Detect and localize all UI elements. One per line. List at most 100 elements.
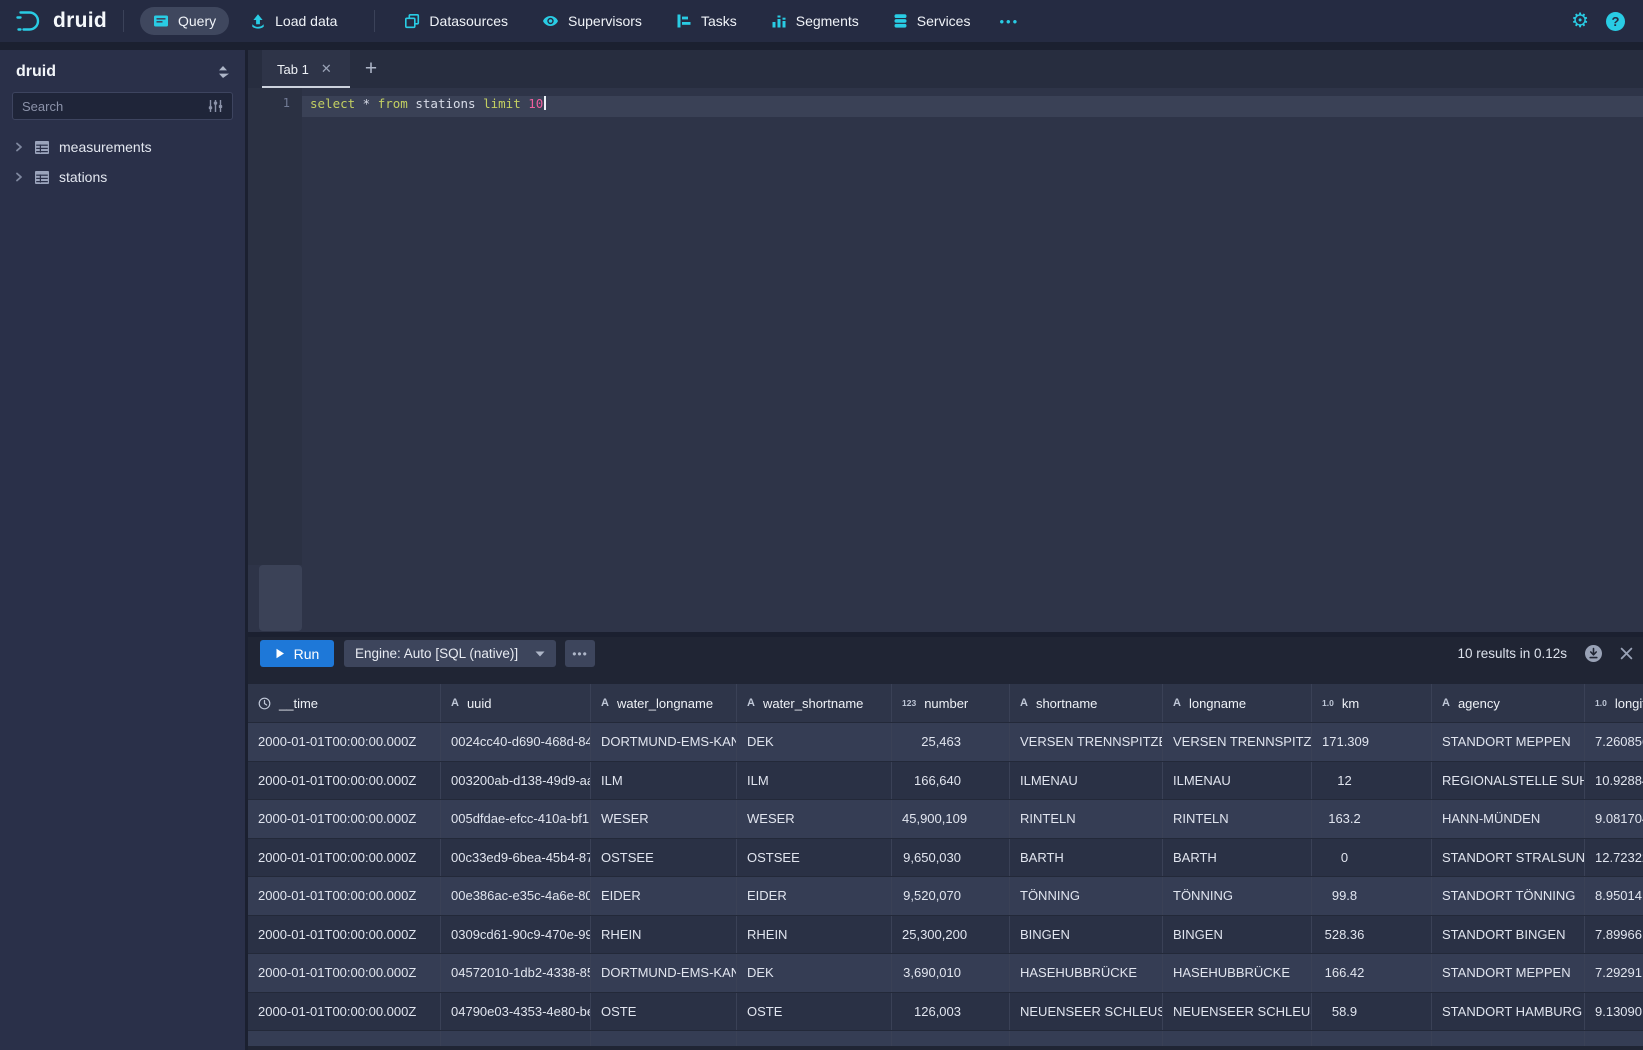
- cell-agency[interactable]: HANN-MÜNDEN: [1432, 800, 1585, 838]
- run-button[interactable]: Run: [260, 640, 334, 667]
- cell-__time[interactable]: 2000-01-01T00:00:00.000Z: [248, 723, 441, 761]
- cell-water_shortname[interactable]: EIDER: [737, 877, 892, 915]
- cell-water_longname[interactable]: OSTE: [591, 993, 737, 1031]
- cell-shortname[interactable]: BARTH: [1010, 839, 1163, 877]
- sort-double-caret-icon[interactable]: [217, 65, 229, 79]
- cell-agency[interactable]: STANDORT TÖNNING: [1432, 877, 1585, 915]
- chevron-right-icon[interactable]: [14, 142, 30, 152]
- nav-item-supervisors[interactable]: Supervisors: [529, 7, 655, 35]
- cell-agency[interactable]: STANDORT BINGEN: [1432, 916, 1585, 954]
- column-header-number[interactable]: 123number: [892, 684, 1010, 722]
- cell-__time[interactable]: 2000-01-01T00:00:00.000Z: [248, 916, 441, 954]
- column-header-shortname[interactable]: Ashortname: [1010, 684, 1163, 722]
- filter-sliders-icon[interactable]: [208, 99, 223, 113]
- column-header-km[interactable]: 1.0km: [1312, 684, 1432, 722]
- column-header-agency[interactable]: Aagency: [1432, 684, 1585, 722]
- cell-agency[interactable]: STANDORT HAMBURG: [1432, 993, 1585, 1031]
- column-header-longname[interactable]: Alongname: [1163, 684, 1312, 722]
- engine-select[interactable]: Engine: Auto [SQL (native)]: [344, 640, 556, 667]
- cell-shortname[interactable]: RINTELN: [1010, 800, 1163, 838]
- help-icon[interactable]: ?: [1606, 12, 1625, 31]
- close-results-icon[interactable]: [1620, 647, 1633, 660]
- cell-longitude[interactable]: 7.29291: [1585, 954, 1643, 992]
- cell-uuid[interactable]: 0024cc40-d690-468d-84: [441, 723, 591, 761]
- nav-item-query[interactable]: Query: [140, 7, 229, 35]
- cell-__time[interactable]: 2000-01-01T00:00:00.000Z: [248, 762, 441, 800]
- cell-longitude[interactable]: 12.723226: [1585, 839, 1643, 877]
- cell-water_shortname[interactable]: RHEIN: [737, 916, 892, 954]
- cell-longname[interactable]: HASEHUBBRÜCKE: [1163, 954, 1312, 992]
- cell-km[interactable]: 99.8: [1312, 877, 1432, 915]
- cell-longitude[interactable]: 7.89966: [1585, 916, 1643, 954]
- cell-agency[interactable]: STANDORT MEPPEN: [1432, 723, 1585, 761]
- cell-shortname[interactable]: TÖNNING: [1010, 877, 1163, 915]
- cell-longname[interactable]: RINTELN: [1163, 800, 1312, 838]
- nav-item-segments[interactable]: Segments: [758, 7, 872, 35]
- cell-km[interactable]: 163.2: [1312, 800, 1432, 838]
- cell-uuid[interactable]: 04790e03-4353-4e80-be: [441, 993, 591, 1031]
- cell-water_shortname[interactable]: ILM: [737, 762, 892, 800]
- cell-number[interactable]: 166,640: [892, 762, 1010, 800]
- cell-km[interactable]: 0: [1312, 839, 1432, 877]
- cell-water_shortname[interactable]: DEK: [737, 723, 892, 761]
- navbar-more-button[interactable]: •••: [991, 8, 1027, 35]
- cell-shortname[interactable]: VERSEN TRENNSPITZE: [1010, 723, 1163, 761]
- cell-water_longname[interactable]: ILM: [591, 762, 737, 800]
- tab-tab1[interactable]: Tab 1 ✕: [262, 50, 350, 88]
- cell-shortname[interactable]: NEUENSEER SCHLEUSEN: [1010, 993, 1163, 1031]
- column-header-water_shortname[interactable]: Awater_shortname: [737, 684, 892, 722]
- cell-number[interactable]: 3,690,010: [892, 954, 1010, 992]
- search-input[interactable]: [22, 99, 202, 114]
- cell-longitude[interactable]: 9.081704: [1585, 800, 1643, 838]
- sidebar-item-measurements[interactable]: measurements: [0, 132, 245, 162]
- cell-agency[interactable]: STANDORT STRALSUND: [1432, 839, 1585, 877]
- cell-longitude[interactable]: 7.260856: [1585, 723, 1643, 761]
- cell-km[interactable]: 166.42: [1312, 954, 1432, 992]
- chevron-right-icon[interactable]: [14, 172, 30, 182]
- nav-item-tasks[interactable]: Tasks: [663, 7, 750, 35]
- settings-gear-icon[interactable]: ⚙: [1571, 11, 1589, 31]
- cell-longname[interactable]: BARTH: [1163, 839, 1312, 877]
- cell-water_longname[interactable]: OSTSEE: [591, 839, 737, 877]
- query-more-button[interactable]: •••: [565, 640, 595, 667]
- download-icon[interactable]: [1584, 644, 1603, 663]
- cell-number[interactable]: 25,300,200: [892, 916, 1010, 954]
- cell-longitude[interactable]: 9.13090: [1585, 993, 1643, 1031]
- cell-water_longname[interactable]: RHEIN: [591, 916, 737, 954]
- sql-editor[interactable]: 1 select * from stations limit 10: [248, 88, 1643, 632]
- cell-shortname[interactable]: ILMENAU: [1010, 762, 1163, 800]
- cell-uuid[interactable]: 00c33ed9-6bea-45b4-87: [441, 839, 591, 877]
- cell-agency[interactable]: STANDORT MEPPEN: [1432, 954, 1585, 992]
- cell-__time[interactable]: 2000-01-01T00:00:00.000Z: [248, 954, 441, 992]
- cell-longname[interactable]: NEUENSEER SCHLEUSEN: [1163, 993, 1312, 1031]
- cell-km[interactable]: 171.309: [1312, 723, 1432, 761]
- cell-km[interactable]: 12: [1312, 762, 1432, 800]
- add-tab-button[interactable]: +: [350, 50, 392, 88]
- schema-name[interactable]: druid: [16, 63, 56, 81]
- cell-uuid[interactable]: 0309cd61-90c9-470e-99: [441, 916, 591, 954]
- druid-brand[interactable]: druid: [14, 8, 107, 34]
- cell-km[interactable]: 528.36: [1312, 916, 1432, 954]
- cell-water_shortname[interactable]: DEK: [737, 954, 892, 992]
- cell-longitude[interactable]: 8.95014: [1585, 877, 1643, 915]
- cell-longname[interactable]: TÖNNING: [1163, 877, 1312, 915]
- cell-number[interactable]: 9,520,070: [892, 877, 1010, 915]
- nav-item-datasources[interactable]: Datasources: [391, 7, 521, 35]
- cell-water_longname[interactable]: DORTMUND-EMS-KANA: [591, 723, 737, 761]
- column-header-longitude[interactable]: 1.0longitude: [1585, 684, 1643, 722]
- cell-uuid[interactable]: 04572010-1db2-4338-85: [441, 954, 591, 992]
- cell-longname[interactable]: ILMENAU: [1163, 762, 1312, 800]
- column-header-__time[interactable]: __time: [248, 684, 441, 722]
- column-header-water_longname[interactable]: Awater_longname: [591, 684, 737, 722]
- cell-__time[interactable]: 2000-01-01T00:00:00.000Z: [248, 993, 441, 1031]
- cell-water_longname[interactable]: WESER: [591, 800, 737, 838]
- cell-shortname[interactable]: HASEHUBBRÜCKE: [1010, 954, 1163, 992]
- cell-km[interactable]: 58.9: [1312, 993, 1432, 1031]
- cell-__time[interactable]: 2000-01-01T00:00:00.000Z: [248, 877, 441, 915]
- cell-water_longname[interactable]: DORTMUND-EMS-KANA: [591, 954, 737, 992]
- cell-__time[interactable]: 2000-01-01T00:00:00.000Z: [248, 800, 441, 838]
- cell-water_longname[interactable]: EIDER: [591, 877, 737, 915]
- cell-longname[interactable]: BINGEN: [1163, 916, 1312, 954]
- cell-longitude[interactable]: 10.928843: [1585, 762, 1643, 800]
- cell-shortname[interactable]: BINGEN: [1010, 916, 1163, 954]
